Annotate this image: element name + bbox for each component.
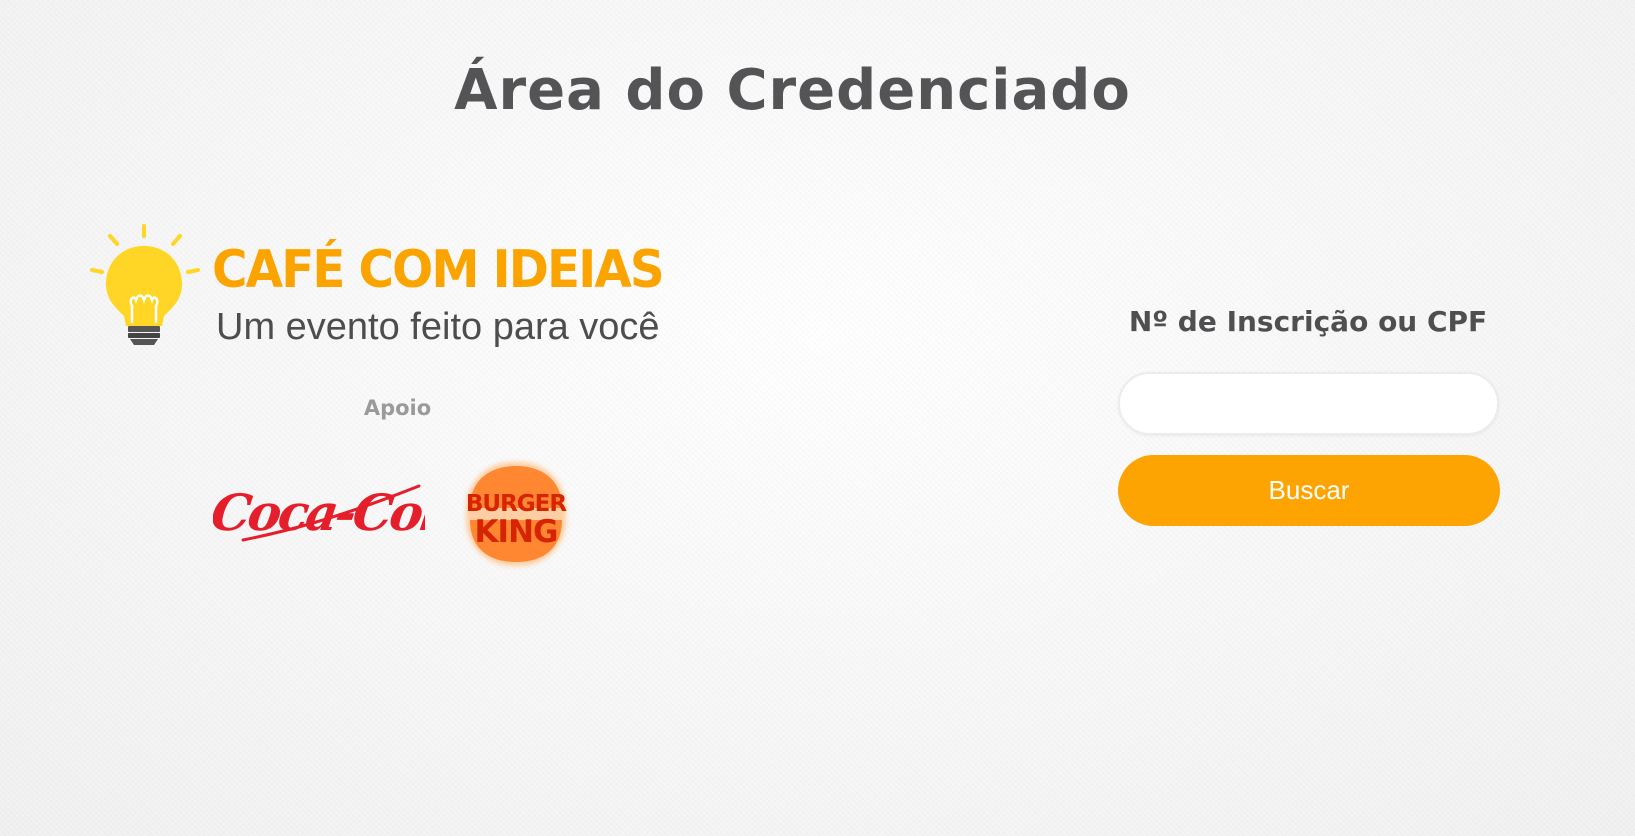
- event-name: CAFÉ COM IDEIAS: [212, 240, 665, 300]
- burger-king-logo: BURGER KING: [466, 462, 568, 566]
- svg-text:KING: KING: [475, 514, 558, 550]
- event-logo: CAFÉ COM IDEIAS Um evento feito para voc…: [90, 224, 710, 354]
- registration-search-input[interactable]: [1118, 372, 1499, 435]
- svg-text:Coca-Cola: Coca-Cola: [213, 483, 425, 542]
- sponsors-label: Apoio: [363, 396, 432, 420]
- page-title: Área do Credenciado: [454, 58, 1131, 123]
- search-field-label: Nº de Inscrição ou CPF: [1128, 305, 1488, 338]
- search-button[interactable]: Buscar: [1118, 455, 1500, 526]
- coca-cola-logo: Coca-Cola: [213, 483, 425, 542]
- event-tagline: Um evento feito para você: [216, 306, 660, 348]
- lightbulb-icon: [90, 224, 200, 345]
